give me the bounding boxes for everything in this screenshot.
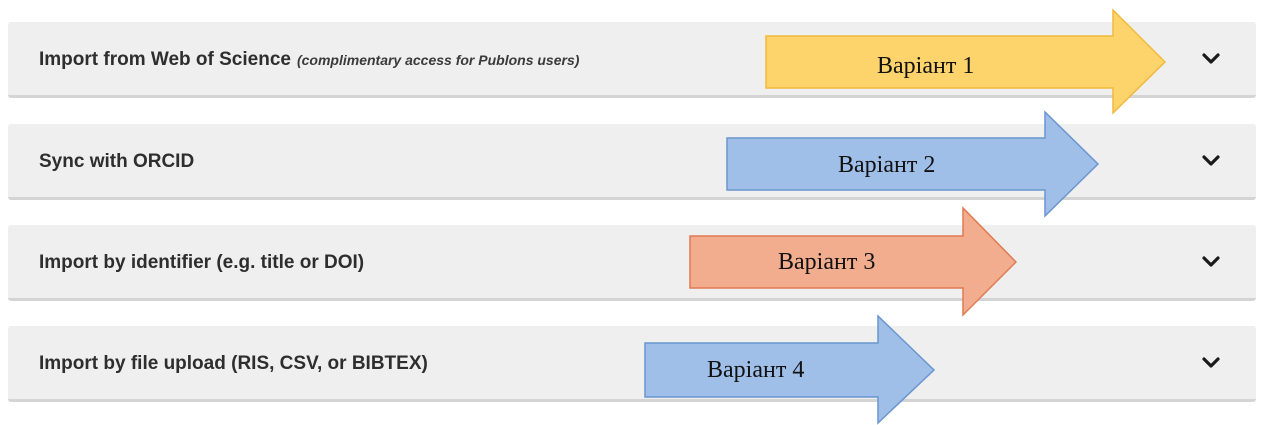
- annotation-arrow-4: [644, 314, 936, 425]
- annotation-label-4: Варіант 4: [707, 357, 805, 383]
